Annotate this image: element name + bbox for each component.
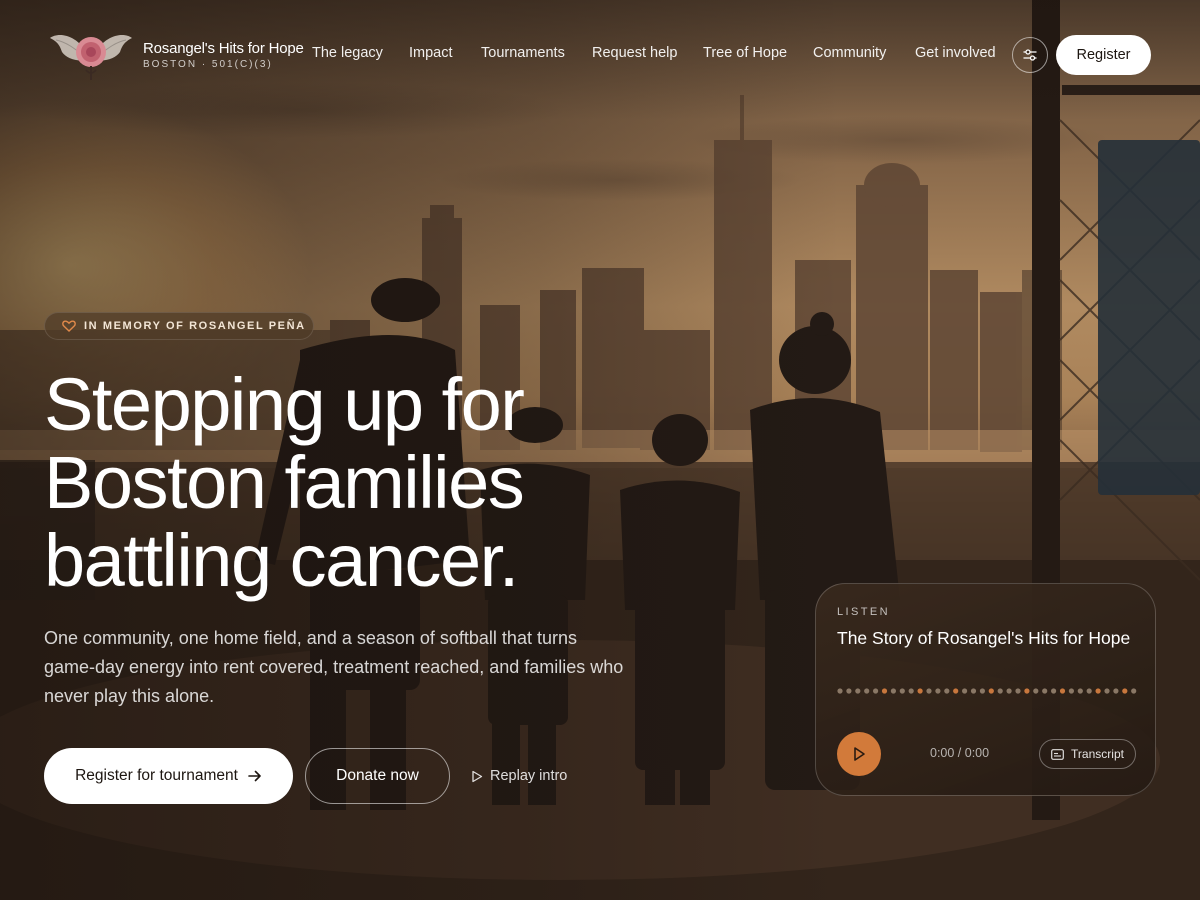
waveform-dot	[855, 688, 861, 694]
waveform-dot	[899, 688, 905, 694]
waveform-dot	[1104, 688, 1110, 694]
nav-item-impact[interactable]: Impact	[409, 45, 453, 61]
waveform-dot	[988, 688, 994, 694]
nav-item-tree-of-hope[interactable]: Tree of Hope	[703, 45, 787, 61]
arrow-right-icon	[248, 770, 261, 782]
waveform-dot	[935, 688, 941, 694]
waveform-dot	[917, 688, 923, 694]
waveform-dot	[1024, 688, 1030, 694]
waveform-dot	[1006, 688, 1012, 694]
nav-item-tournaments[interactable]: Tournaments	[481, 45, 565, 61]
site-header: Rosangel's Hits for Hope BOSTON · 501(C)…	[0, 0, 1200, 110]
headline-line-1: Stepping up for	[44, 363, 525, 446]
audio-waveform[interactable]	[837, 688, 1137, 694]
nav-item-get-involved[interactable]: Get involved	[915, 45, 996, 61]
transcript-label: Transcript	[1071, 747, 1124, 761]
heart-icon	[62, 320, 76, 332]
waveform-dot	[926, 688, 932, 694]
replay-intro-button[interactable]: Replay intro	[471, 766, 567, 786]
waveform-dot	[1131, 688, 1137, 694]
settings-button[interactable]	[1012, 37, 1048, 73]
audio-time: 0:00 / 0:00	[930, 746, 990, 760]
replay-intro-label: Replay intro	[490, 768, 568, 784]
waveform-dot	[908, 688, 914, 694]
play-icon	[854, 747, 865, 761]
memorial-badge: IN MEMORY OF ROSANGEL PEÑA	[44, 312, 314, 340]
headline-line-2: Boston families	[44, 441, 525, 524]
waveform-dot	[864, 688, 870, 694]
rose-wings-logo[interactable]	[48, 24, 134, 84]
memorial-badge-text: IN MEMORY OF ROSANGEL PEÑA	[84, 320, 306, 332]
register-for-tournament-button[interactable]: Register for tournament	[44, 748, 293, 804]
register-for-tournament-label: Register for tournament	[75, 767, 238, 784]
nav-item-the-legacy[interactable]: The legacy	[312, 45, 383, 61]
waveform-dot	[1015, 688, 1021, 694]
transcript-button[interactable]: Transcript	[1039, 739, 1136, 769]
hero-lede: One community, one home field, and a sea…	[44, 628, 624, 706]
nav-item-request-help[interactable]: Request help	[592, 45, 677, 61]
waveform-dot	[1051, 688, 1057, 694]
nav-item-community[interactable]: Community	[813, 45, 886, 61]
waveform-dot	[997, 688, 1003, 694]
waveform-dot	[1122, 688, 1128, 694]
hero-headline: Stepping up for Boston families battling…	[44, 366, 664, 600]
audio-title: The Story of Rosangel's Hits for Hope	[837, 628, 1131, 648]
audio-player-card: LISTEN The Story of Rosangel's Hits for …	[815, 583, 1156, 796]
waveform-dot	[1059, 688, 1066, 694]
listen-label: LISTEN	[837, 606, 890, 618]
waveform-dot	[1113, 688, 1119, 694]
waveform-dot	[962, 688, 968, 694]
waveform-dot	[837, 688, 843, 694]
register-button[interactable]: Register	[1056, 35, 1151, 75]
sliders-icon	[1023, 49, 1037, 61]
brand-name[interactable]: Rosangel's Hits for Hope	[143, 40, 304, 57]
waveform-dot	[1077, 688, 1083, 694]
waveform-dot	[1095, 688, 1101, 694]
donate-now-button[interactable]: Donate now	[305, 748, 450, 804]
waveform-dot	[881, 688, 888, 694]
waveform-dot	[890, 688, 896, 694]
waveform-dot	[873, 688, 879, 694]
waveform-dot	[944, 688, 950, 694]
waveform-dot	[979, 688, 985, 694]
play-outline-icon	[472, 770, 483, 782]
waveform-dot	[1033, 688, 1039, 694]
captions-icon	[1051, 748, 1064, 760]
waveform-dot	[953, 688, 959, 694]
headline-line-3: battling cancer.	[44, 519, 519, 602]
brand-subtitle: BOSTON · 501(C)(3)	[143, 59, 273, 70]
waveform-dot	[1068, 688, 1074, 694]
play-button[interactable]	[837, 732, 881, 776]
waveform-dot	[846, 688, 852, 694]
waveform-dot	[970, 688, 977, 694]
waveform-dot	[1042, 688, 1048, 694]
waveform-dot	[1086, 688, 1092, 694]
